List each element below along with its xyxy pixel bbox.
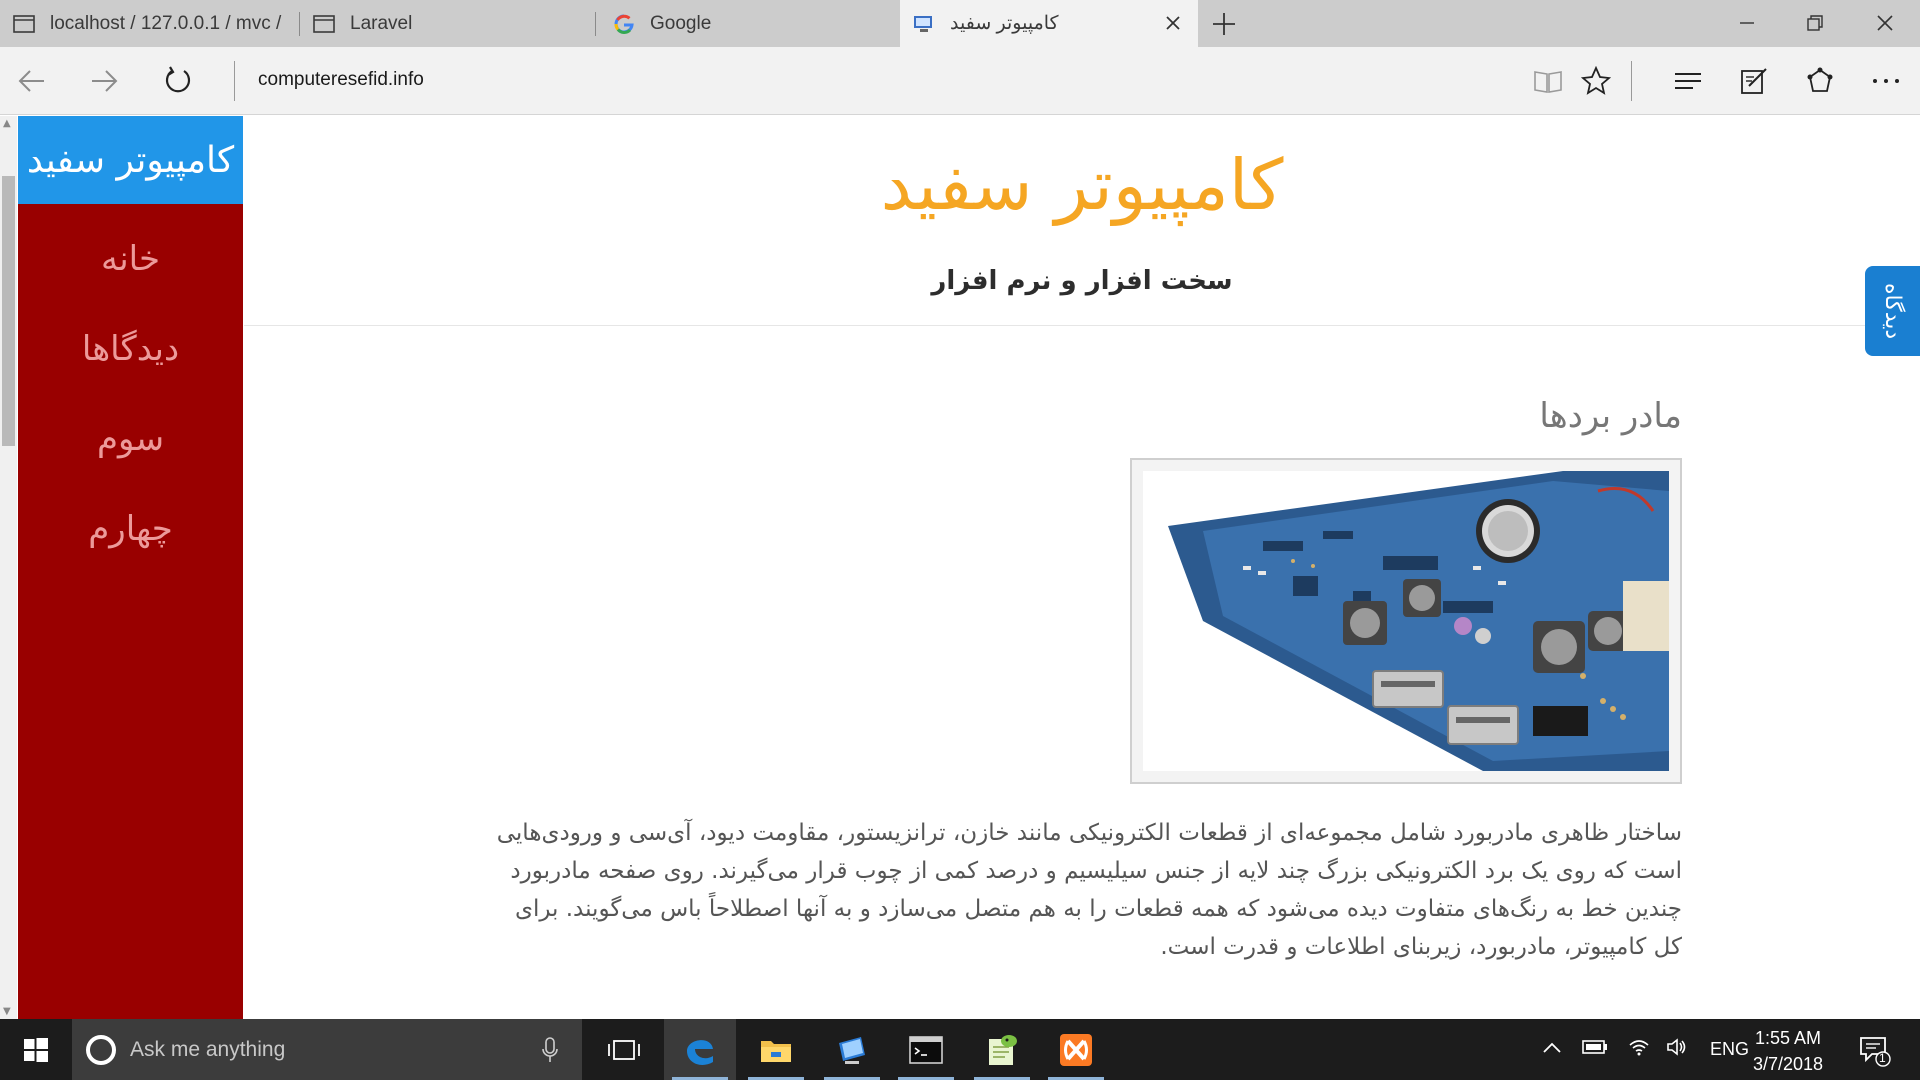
site-favicon (912, 14, 936, 34)
tab-computeresefid[interactable]: کامپیوتر سفید (900, 0, 1198, 47)
site-sidebar: کامپیوتر سفید خانه دیدگاها سوم چهارم (18, 116, 243, 1019)
xampp-icon[interactable] (1040, 1019, 1112, 1080)
tab-separator (595, 12, 596, 36)
remote-desktop-icon[interactable] (816, 1019, 888, 1080)
page-icon (12, 14, 36, 34)
back-icon[interactable] (14, 63, 50, 99)
command-prompt-icon[interactable] (890, 1019, 962, 1080)
restore-icon[interactable] (1800, 8, 1830, 38)
menu-item-third[interactable]: سوم (18, 394, 243, 484)
search-placeholder: Ask me anything (130, 1037, 286, 1061)
article-body: ساختار ظاهری مادربورد شامل مجموعه‌ای از … (496, 820, 1682, 960)
microphone-icon[interactable] (542, 1037, 558, 1067)
more-icon[interactable] (1868, 63, 1904, 99)
reading-view-icon[interactable] (1530, 63, 1566, 99)
google-icon (612, 14, 636, 34)
file-explorer-icon[interactable] (740, 1019, 812, 1080)
share-icon[interactable] (1802, 63, 1838, 99)
notepad-plus-icon[interactable] (966, 1019, 1038, 1080)
menu-item-fourth[interactable]: چهارم (18, 484, 243, 574)
clock-date: 3/7/2018 (1752, 1054, 1824, 1074)
hub-icon[interactable] (1670, 63, 1706, 99)
article: مادر بردها ساختار ظاهری مادربورد شامل مج… (480, 396, 1682, 966)
tab-google[interactable]: Google (600, 0, 900, 47)
site-brand[interactable]: کامپیوتر سفید (18, 116, 243, 204)
site-subtitle: سخت افزار و نرم افزار (931, 266, 1233, 296)
menu-item-home[interactable]: خانه (18, 214, 243, 304)
system-tray: ENG (1542, 1019, 1749, 1080)
battery-icon[interactable] (1582, 1039, 1608, 1060)
start-windows-icon[interactable] (0, 1019, 72, 1080)
tab-laravel[interactable]: Laravel (300, 0, 596, 47)
article-title: مادر بردها (1539, 396, 1682, 436)
site-title: کامپیوتر سفید (880, 144, 1284, 226)
task-view-icon[interactable] (588, 1019, 660, 1080)
tab-title: localhost / 127.0.0.1 / mvc / (50, 12, 282, 34)
browser-tab-bar: localhost / 127.0.0.1 / mvc / Laravel Go… (0, 0, 1920, 47)
notification-count: 1 (1879, 1051, 1886, 1065)
volume-icon[interactable] (1666, 1038, 1688, 1061)
action-center-icon[interactable]: 1 (1858, 1033, 1892, 1067)
show-hidden-icons-icon[interactable] (1542, 1040, 1562, 1059)
wifi-icon[interactable] (1628, 1038, 1650, 1061)
web-note-icon[interactable] (1736, 63, 1772, 99)
scrollbar-thumb[interactable] (2, 176, 15, 446)
close-window-icon[interactable] (1870, 8, 1900, 38)
edge-icon[interactable] (664, 1019, 736, 1080)
site-header: کامپیوتر سفید سخت افزار و نرم افزار (244, 116, 1920, 326)
new-tab-icon[interactable] (1210, 10, 1238, 38)
page-icon (312, 14, 336, 34)
scroll-down-icon[interactable]: ▼ (3, 1006, 11, 1017)
toolbar-separator (1631, 61, 1632, 101)
sidebar-menu: خانه دیدگاها سوم چهارم (18, 204, 243, 574)
minimize-icon[interactable] (1732, 8, 1762, 38)
tab-phpmyadmin[interactable]: localhost / 127.0.0.1 / mvc / (0, 0, 300, 47)
cortana-search-box[interactable]: Ask me anything (72, 1019, 582, 1080)
favorite-star-icon[interactable] (1578, 63, 1614, 99)
page-viewport: ▲ ▼ کامپیوتر سفید خانه دیدگاها سوم چهارم… (0, 116, 1920, 1019)
feedback-tab[interactable]: دیدگاه (1865, 266, 1920, 356)
scroll-up-icon[interactable]: ▲ (3, 118, 11, 129)
system-clock[interactable]: 1:55 AM 3/7/2018 (1738, 1025, 1838, 1077)
article-image-frame (1130, 458, 1682, 784)
address-toolbar: computeresefid.info (0, 47, 1920, 115)
close-tab-icon[interactable] (1162, 12, 1184, 34)
tab-title: Laravel (350, 12, 413, 34)
url-field[interactable]: computeresefid.info (258, 69, 424, 91)
windows-taskbar: Ask me anything ENG 1:55 AM 3/7/2018 1 (0, 1019, 1920, 1080)
motherboard-photo (1143, 471, 1669, 771)
menu-item-comments[interactable]: دیدگاها (18, 304, 243, 394)
clock-time: 1:55 AM (1754, 1028, 1822, 1048)
tab-title: کامپیوتر سفید (950, 13, 1059, 34)
vertical-scrollbar[interactable]: ▲ ▼ (0, 116, 17, 1019)
url-separator (234, 61, 235, 101)
cortana-icon (86, 1034, 116, 1065)
feedback-tab-label: دیدگاه (1880, 282, 1905, 340)
refresh-icon[interactable] (160, 63, 196, 99)
tab-title: Google (650, 12, 712, 34)
forward-icon[interactable] (86, 63, 122, 99)
